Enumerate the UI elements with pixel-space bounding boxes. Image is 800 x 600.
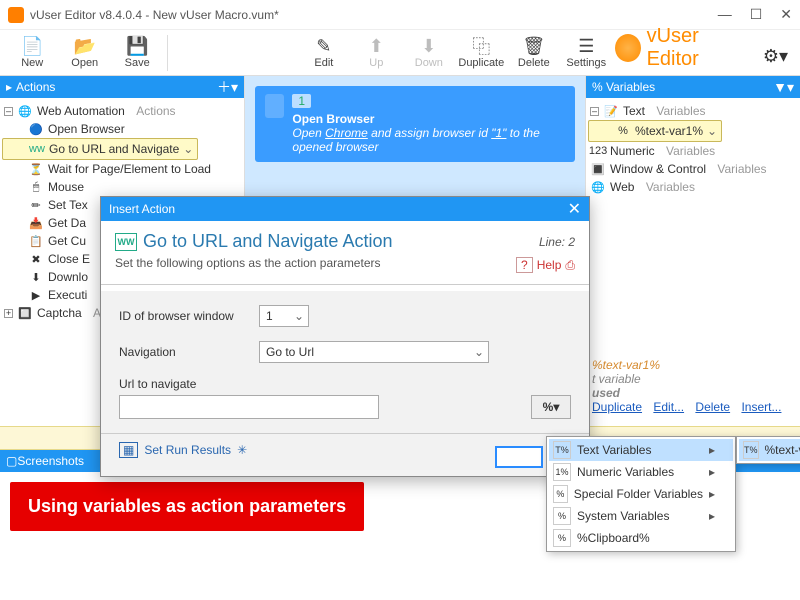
help-link[interactable]: Help (537, 258, 562, 272)
label-url: Url to navigate (119, 377, 249, 391)
menu-numeric-variables[interactable]: 1%Numeric Variables▸ (549, 461, 733, 483)
url-icon: WW (115, 233, 137, 251)
run-results-icon: ▦ (119, 442, 138, 458)
actions-panel-title: Actions (16, 80, 55, 94)
delete-button[interactable]: 🗑Delete (510, 33, 558, 71)
tree-item[interactable]: ⏳Wait for Page/Element to Load (2, 160, 242, 178)
var-delete-link[interactable]: Delete (695, 400, 730, 414)
screenshots-panel-title: Screenshots (17, 454, 84, 468)
window-title: vUser Editor v8.4.0.4 - New vUser Macro.… (30, 8, 718, 22)
menu-special-folder[interactable]: %Special Folder Variables▸ (549, 483, 733, 505)
url-input[interactable] (119, 395, 379, 419)
minimize-button[interactable]: — (718, 6, 732, 23)
tree-item[interactable]: 🖱Mouse (2, 178, 242, 196)
browser-icon (265, 94, 284, 118)
duplicate-button[interactable]: ⿻Duplicate (457, 33, 505, 71)
print-icon[interactable]: ⎙ (565, 258, 575, 273)
down-button: ⬇Down (405, 33, 453, 71)
main-toolbar: 📄New 📂Open 💾Save ✎Edit ⬆Up ⬇Down ⿻Duplic… (0, 30, 800, 76)
save-button[interactable]: 💾Save (113, 33, 161, 71)
insert-action-dialog: Insert Action ✕ WW Go to URL and Navigate… (100, 196, 590, 477)
var-item[interactable]: %%text-var1% (588, 120, 722, 142)
variable-submenu: T%%text-var1% (736, 436, 800, 464)
variables-panel-title: % Variables (592, 80, 655, 94)
clipboard-var-icon: % (553, 529, 571, 547)
label-navigation: Navigation (119, 345, 249, 359)
variable-info: %text-var1% t variable used Duplicate Ed… (592, 358, 792, 414)
var-group-text[interactable]: –📝Text Variables (588, 102, 798, 120)
submenu-text-var1[interactable]: T%%text-var1% (739, 439, 800, 461)
help-icon[interactable]: ? (516, 257, 533, 273)
new-button[interactable]: 📄New (8, 33, 56, 71)
maximize-button[interactable]: ☐ (750, 6, 763, 23)
run-results-badge: ✳ (237, 443, 247, 457)
open-button[interactable]: 📂Open (60, 33, 108, 71)
variable-context-menu: T%Text Variables▸ 1%Numeric Variables▸ %… (546, 436, 736, 552)
menu-clipboard[interactable]: %%Clipboard% (549, 527, 733, 549)
text-var-icon: T% (743, 441, 759, 459)
ok-button-outline[interactable] (495, 446, 543, 468)
tree-item-selected[interactable]: wwGo to URL and Navigate (2, 138, 198, 160)
line-indicator: Line: 2 (539, 235, 575, 249)
menu-system-variables[interactable]: %System Variables▸ (549, 505, 733, 527)
tree-root[interactable]: –🌐Web Automation Actions (2, 102, 242, 120)
menu-text-variables[interactable]: T%Text Variables▸ (549, 439, 733, 461)
add-action-icon[interactable]: ＋▾ (217, 77, 238, 97)
var-group-web[interactable]: 🌐Web Variables (588, 178, 798, 196)
filter-icon[interactable]: ▼▾ (773, 79, 794, 96)
close-button[interactable]: ✕ (780, 6, 792, 23)
var-edit-link[interactable]: Edit... (653, 400, 684, 414)
tree-item[interactable]: 🔵Open Browser (2, 120, 242, 138)
banner: Using variables as action parameters (10, 482, 364, 531)
label-browser-id: ID of browser window (119, 309, 249, 323)
var-group-numeric[interactable]: 123Numeric Variables (588, 142, 798, 160)
system-var-icon: % (553, 507, 571, 525)
dialog-close-icon[interactable]: ✕ (568, 199, 581, 219)
settings-button[interactable]: ☰Settings (562, 33, 610, 71)
percent-dropdown[interactable]: % ▾ (531, 395, 571, 419)
numeric-var-icon: 1% (553, 463, 571, 481)
up-button: ⬆Up (352, 33, 400, 71)
var-group-window[interactable]: 🔳Window & Control Variables (588, 160, 798, 178)
dialog-heading: Go to URL and Navigate Action (143, 231, 392, 252)
brand-logo: vUser Editor (615, 25, 755, 71)
var-insert-link[interactable]: Insert... (741, 400, 781, 414)
text-var-icon: T% (553, 441, 571, 459)
folder-var-icon: % (553, 485, 568, 503)
action-card[interactable]: 1 Open Browser Open Chrome and assign br… (255, 86, 575, 162)
dialog-description: Set the following options as the action … (115, 256, 516, 270)
gear-icon[interactable]: ⚙▾ (759, 42, 792, 71)
navigation-select[interactable]: Go to Url (259, 341, 489, 363)
browser-id-select[interactable]: 1 (259, 305, 309, 327)
edit-button[interactable]: ✎Edit (300, 33, 348, 71)
var-duplicate-link[interactable]: Duplicate (592, 400, 642, 414)
set-run-results-link[interactable]: Set Run Results (144, 443, 231, 457)
dialog-title: Insert Action (109, 202, 175, 216)
app-icon (8, 7, 24, 23)
